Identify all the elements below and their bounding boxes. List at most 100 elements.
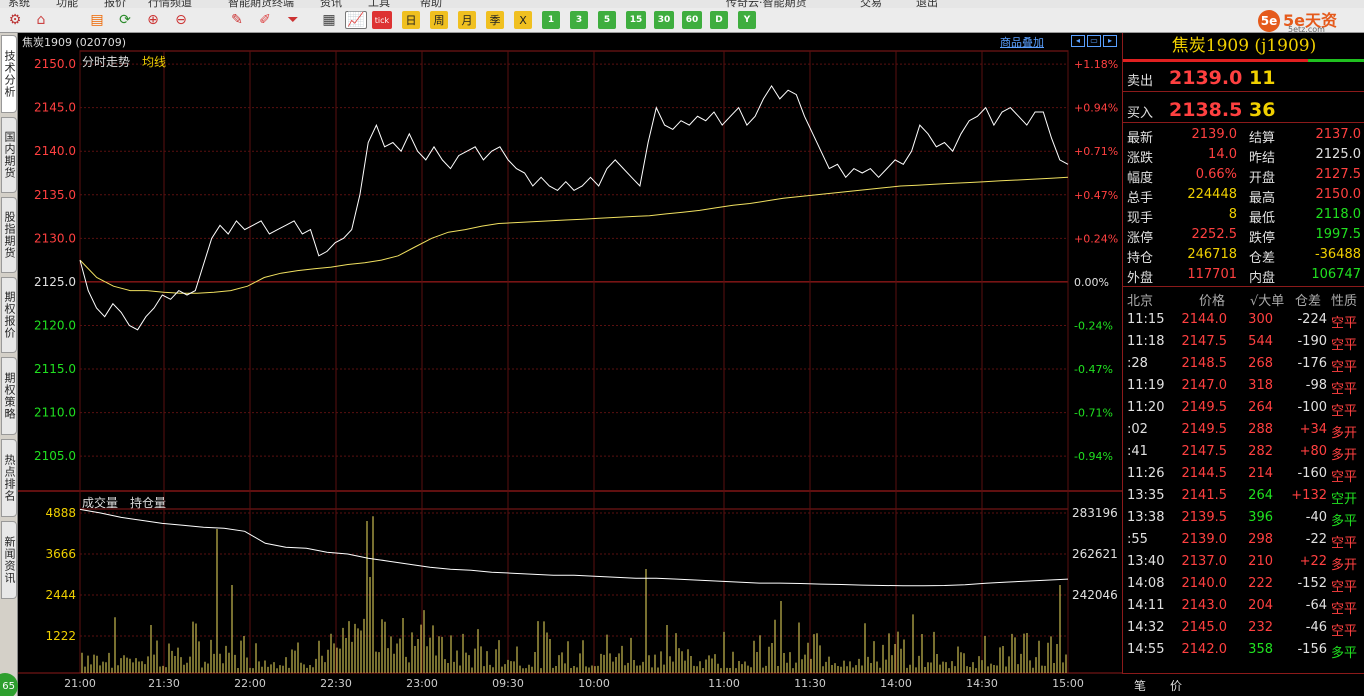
tick-oi-change: +34	[1299, 422, 1327, 437]
terminal-window: 系统 功能 报价 行情频道 智能期货终端 资讯 工具 帮助 传奇云·智能期货 交易 退出 ⚙ ⌂ ▤ ⟳ ⊕…	[0, 0, 1364, 696]
period-button-0[interactable]: 日	[402, 11, 420, 29]
filter-icon[interactable]: ⏷	[284, 11, 302, 29]
tick-nature: 空平	[1331, 382, 1358, 397]
left-tab-4[interactable]: 期权策略	[1, 357, 17, 435]
period-button-3[interactable]: 3	[570, 11, 588, 29]
board-icon[interactable]: ▤	[88, 11, 106, 29]
refresh-icon[interactable]: ⟳	[116, 11, 134, 29]
tick-oi-change: -160	[1297, 466, 1327, 481]
menu-item[interactable]: 智能期货终端	[228, 0, 294, 8]
zoom-out-icon[interactable]: ⊖	[172, 11, 190, 29]
quote-row: 幅度 0.66% 开盘 2127.5	[1123, 165, 1364, 186]
field-value: 224448	[1187, 187, 1237, 202]
price-tick-label: 2105.0	[34, 449, 76, 463]
quote-row: 14:32 2145.0 232 -46 空平	[1123, 618, 1364, 639]
tab-prices[interactable]: 价	[1170, 677, 1182, 694]
price-tick-label: 2150.0	[34, 57, 76, 71]
tick-volume: 268	[1248, 356, 1273, 371]
period-button-30[interactable]: 30	[654, 11, 674, 29]
menu-item[interactable]: 传奇云·智能期货	[726, 0, 807, 8]
toolbar: ⚙ ⌂ ▤ ⟳ ⊕ ⊖ ✎ ✐ ⏷ ▦ 📈 tick 日周月季 X 1 3 5 15 30 60 D Y	[0, 8, 1364, 33]
period-button-2[interactable]: 月	[458, 11, 476, 29]
menu-item[interactable]: 系统	[8, 0, 30, 8]
period-button-4[interactable]: X	[514, 11, 532, 29]
shrink-icon[interactable]: ◂	[1071, 35, 1085, 47]
tick-volume: 396	[1248, 510, 1273, 525]
tick-time: :28	[1127, 356, 1148, 371]
period-button-15[interactable]: 15	[626, 11, 646, 29]
tick-price: 2144.5	[1181, 466, 1228, 481]
tick-price: 2145.0	[1181, 620, 1228, 635]
tick-button[interactable]: tick	[372, 11, 392, 29]
brand-logo: 5e 5e天资 5etz.com	[1258, 8, 1364, 34]
draw-icon[interactable]: ✐	[256, 11, 274, 29]
left-tab-0[interactable]: 技术分析	[1, 35, 17, 113]
period-button-Y[interactable]: Y	[738, 11, 756, 29]
tick-oi-change: -100	[1297, 400, 1327, 415]
period-button-5[interactable]: 5	[598, 11, 616, 29]
menu-item[interactable]: 退出	[916, 0, 938, 8]
menu-item[interactable]: 功能	[56, 0, 78, 8]
menu-item[interactable]: 工具	[368, 0, 390, 8]
notification-badge[interactable]: 65	[0, 673, 18, 696]
period-button-1[interactable]: 1	[542, 11, 560, 29]
home-icon[interactable]: ⌂	[32, 11, 50, 29]
tick-price: 2139.5	[1181, 510, 1228, 525]
quote-row: 13:35 2141.5 264 +132 空开	[1123, 486, 1364, 507]
field-label: 持仓	[1127, 251, 1154, 266]
pct-tick-label: -0.71%	[1074, 407, 1113, 420]
pct-tick-label: 0.00%	[1074, 276, 1109, 289]
tick-time: 11:15	[1127, 312, 1165, 327]
tick-time: :41	[1127, 444, 1148, 459]
volume-panel-frame	[79, 508, 1069, 674]
expand-icon[interactable]: ▸	[1103, 35, 1117, 47]
time-tick-label: 11:30	[794, 677, 826, 690]
time-tick-label: 23:00	[406, 677, 438, 690]
tick-price: 2147.5	[1181, 334, 1228, 349]
tick-volume: 232	[1248, 620, 1273, 635]
list-icon[interactable]: ▦	[320, 11, 338, 29]
left-tab-1[interactable]: 国内期货	[1, 117, 17, 193]
period-button-D[interactable]: D	[710, 11, 728, 29]
tick-header-volume: √大单	[1250, 294, 1285, 309]
pct-tick-label: -0.24%	[1074, 319, 1113, 332]
tick-oi-change: -190	[1297, 334, 1327, 349]
field-value: 2252.5	[1191, 227, 1238, 242]
period-button-60[interactable]: 60	[682, 11, 702, 29]
tick-oi-change: +22	[1299, 554, 1327, 569]
period-button-3[interactable]: 季	[486, 11, 504, 29]
ask-label: 卖出	[1127, 74, 1154, 89]
quote-row: :41 2147.5 282 +80 多开	[1123, 442, 1364, 463]
tick-volume: 214	[1248, 466, 1273, 481]
menu-bar: 系统 功能 报价 行情频道 智能期货终端 资讯 工具 帮助 传奇云·智能期货 交易 退出	[0, 0, 1364, 8]
menu-item[interactable]: 资讯	[320, 0, 342, 8]
intraday-chart: 2150.0 +1.18% 2145.0 +0.94% 2140.0 +0.71% 2135…	[18, 50, 1122, 690]
left-tab-6[interactable]: 新闻资讯	[1, 521, 17, 599]
period-button-1[interactable]: 周	[430, 11, 448, 29]
left-tab-3[interactable]: 期权报价	[1, 277, 17, 353]
chart-icon[interactable]: 📈	[345, 11, 367, 29]
quote-row: :55 2139.0 298 -22 空平	[1123, 530, 1364, 551]
tab-ticks[interactable]: 笔	[1134, 677, 1146, 694]
tick-nature: 多开	[1331, 426, 1358, 441]
overlay-link[interactable]: 商品叠加	[1000, 34, 1044, 50]
menu-item[interactable]: 交易	[860, 0, 882, 8]
quote-row: 11:18 2147.5 544 -190 空平	[1123, 332, 1364, 353]
zoom-in-icon[interactable]: ⊕	[144, 11, 162, 29]
menu-item[interactable]: 行情频道	[148, 0, 192, 8]
pen-icon[interactable]: ✎	[228, 11, 246, 29]
price-panel-frame	[79, 50, 1069, 492]
system-icon[interactable]: ⚙	[6, 11, 24, 29]
field-label: 总手	[1127, 191, 1154, 206]
tick-price: 2147.5	[1181, 444, 1228, 459]
tick-time: 14:55	[1127, 642, 1165, 657]
menu-item[interactable]: 报价	[104, 0, 126, 8]
tick-price: 2143.0	[1181, 598, 1228, 613]
left-tab-2[interactable]: 股指期货	[1, 197, 17, 273]
left-tab-5[interactable]: 热点排名	[1, 439, 17, 517]
menu-item[interactable]: 帮助	[420, 0, 442, 8]
tick-time: 14:08	[1127, 576, 1165, 591]
tick-time: 13:38	[1127, 510, 1165, 525]
restore-icon[interactable]: ▭	[1087, 35, 1101, 47]
volume-tick-label: 2444	[45, 588, 76, 602]
